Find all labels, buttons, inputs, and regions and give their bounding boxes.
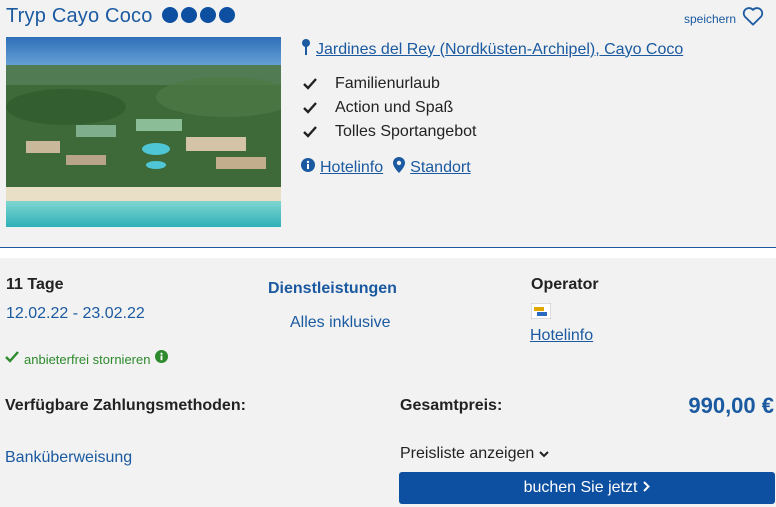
hotel-title[interactable]: Tryp Cayo Coco: [6, 5, 153, 28]
cancellation-info: anbieterfrei stornieren: [5, 350, 169, 368]
pricelist-toggle[interactable]: Preisliste anzeigen: [400, 445, 550, 463]
standort-link[interactable]: Standort: [393, 157, 471, 178]
services-heading: Dienstleistungen: [268, 280, 397, 297]
payment-method: Banküberweisung: [5, 449, 133, 466]
hotelinfo-link[interactable]: Hotelinfo: [301, 158, 383, 177]
services-value: Alles inklusive: [290, 314, 391, 331]
checkmark-icon: [303, 102, 323, 114]
book-now-button[interactable]: buchen Sie jetzt: [399, 472, 775, 504]
chevron-right-icon: [643, 479, 651, 497]
feature-label: Action und Spaß: [335, 99, 454, 116]
travel-dates: 12.02.22 - 23.02.22: [6, 305, 145, 322]
star-icon: [219, 7, 235, 23]
checkmark-icon: [303, 78, 323, 90]
hotel-card-header: Tryp Cayo Coco speichern Jardines del Re…: [0, 0, 776, 248]
checkmark-icon: [5, 350, 19, 368]
pricelist-label: Preisliste anzeigen: [400, 445, 535, 462]
star-icon: [181, 7, 197, 23]
save-button[interactable]: speichern: [684, 6, 764, 31]
book-now-label: buchen Sie jetzt: [523, 479, 638, 496]
total-price-label: Gesamtpreis:: [400, 397, 503, 414]
feature-label: Tolles Sportangebot: [335, 123, 477, 140]
hotel-links: Hotelinfo Standort: [301, 157, 471, 178]
offer-details: 11 Tage 12.02.22 - 23.02.22 Dienstleistu…: [0, 258, 776, 507]
feature-item: Action und Spaß: [303, 96, 476, 120]
section-gap: [0, 248, 776, 258]
duration-label: 11 Tage: [6, 276, 64, 293]
hotel-photo[interactable]: [6, 37, 281, 227]
cancellation-label: anbieterfrei stornieren: [24, 351, 151, 367]
map-pin-icon: [300, 38, 312, 61]
feature-label: Familienurlaub: [335, 75, 440, 92]
checkmark-icon: [303, 126, 323, 138]
info-icon: [301, 158, 315, 177]
star-rating: [162, 7, 235, 23]
location-marker-icon: [393, 157, 406, 178]
location-link[interactable]: Jardines del Rey (Nordküsten-Archipel), …: [300, 38, 683, 61]
payment-heading: Verfügbare Zahlungsmethoden:: [5, 397, 246, 414]
info-icon[interactable]: [155, 350, 169, 368]
chevron-down-icon: [539, 445, 550, 463]
operator-hotelinfo-link[interactable]: Hotelinfo: [530, 327, 593, 345]
operator-heading: Operator: [531, 276, 599, 293]
total-price: 990,00 €: [688, 393, 774, 418]
operator-logo: [530, 302, 552, 324]
heart-icon: [742, 6, 764, 31]
feature-list: Familienurlaub Action und Spaß Tolles Sp…: [303, 72, 476, 144]
star-icon: [162, 7, 178, 23]
location-text[interactable]: Jardines del Rey (Nordküsten-Archipel), …: [316, 41, 683, 59]
hotelinfo-label[interactable]: Hotelinfo: [320, 159, 383, 177]
standort-label[interactable]: Standort: [410, 159, 470, 177]
save-label: speichern: [683, 11, 736, 26]
star-icon: [200, 7, 216, 23]
feature-item: Familienurlaub: [303, 72, 476, 96]
feature-item: Tolles Sportangebot: [303, 120, 476, 144]
